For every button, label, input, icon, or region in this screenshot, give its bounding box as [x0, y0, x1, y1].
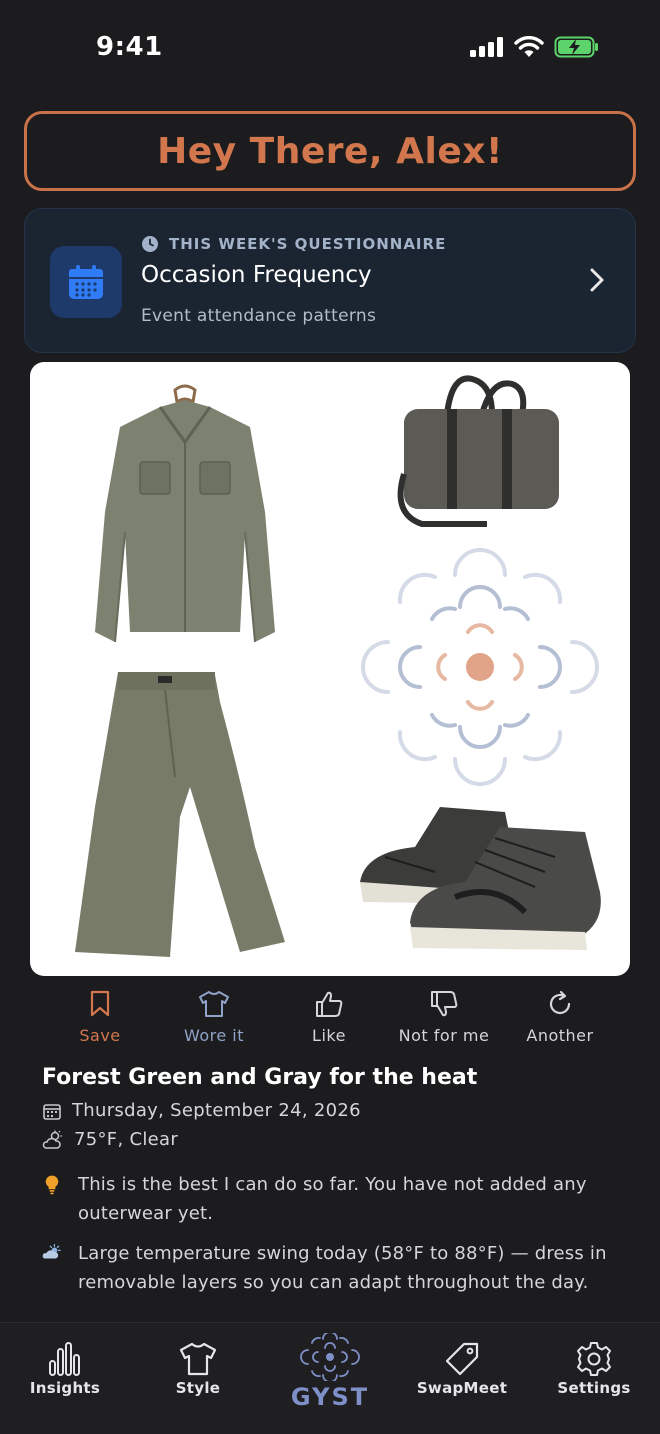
tip-outerwear: This is the best I can do so far. You ha… [42, 1170, 622, 1228]
nav-gyst[interactable]: GYST [275, 1333, 385, 1411]
wore-it-label: Wore it [183, 1026, 245, 1045]
outfit-title: Forest Green and Gray for the heat [42, 1065, 478, 1090]
tip-layers: Large temperature swing today (58°F to 8… [42, 1239, 622, 1297]
refresh-icon [549, 990, 571, 1015]
outfit-weather: 75°F, Clear [74, 1129, 179, 1150]
nav-swapmeet[interactable]: SwapMeet [407, 1341, 517, 1397]
greeting-text: Hey There, Alex! [157, 130, 503, 172]
bar-chart-icon [49, 1342, 80, 1376]
bottom-nav: Insights Style GYST SwapMeet Settings [0, 1322, 660, 1434]
questionnaire-subtitle: Event attendance patterns [141, 306, 377, 326]
wifi-icon [514, 36, 544, 57]
save-label: Save [79, 1026, 121, 1045]
cloud-sun-icon [42, 1130, 62, 1149]
gear-icon [577, 1342, 611, 1376]
clock-icon [142, 236, 158, 252]
shirt-image [95, 384, 275, 643]
another-button[interactable]: Another [500, 990, 620, 1045]
bookmark-icon [90, 990, 110, 1017]
cloud-sun-icon [42, 1243, 61, 1259]
not-for-me-label: Not for me [398, 1026, 490, 1045]
nav-style-label: Style [175, 1379, 221, 1397]
nav-settings-label: Settings [557, 1379, 631, 1397]
save-button[interactable]: Save [40, 990, 160, 1045]
sneakers-image [360, 807, 601, 950]
outfit-date: Thursday, September 24, 2026 [72, 1100, 361, 1121]
greeting-banner: Hey There, Alex! [24, 111, 636, 191]
pants-image [75, 672, 285, 957]
like-label: Like [312, 1026, 346, 1045]
nav-settings[interactable]: Settings [539, 1341, 649, 1397]
outfit-weather-row: 75°F, Clear [42, 1129, 178, 1150]
outfit-date-row: Thursday, September 24, 2026 [42, 1100, 361, 1121]
gyst-logo-icon [361, 548, 599, 786]
tshirt-icon [179, 1342, 217, 1376]
gyst-logo-icon [300, 1333, 360, 1381]
outfit-actions: Save Wore it Like Not for me Another [40, 990, 620, 1054]
like-button[interactable]: Like [269, 990, 389, 1045]
tshirt-icon [199, 991, 229, 1017]
calendar-icon [43, 1103, 61, 1120]
lightbulb-icon [45, 1175, 59, 1195]
laptop-bag-image [397, 375, 559, 527]
nav-style[interactable]: Style [143, 1341, 253, 1397]
nav-gyst-label: GYST [290, 1383, 370, 1411]
questionnaire-title: Occasion Frequency [141, 262, 372, 288]
nav-insights[interactable]: Insights [10, 1341, 120, 1397]
wore-it-button[interactable]: Wore it [154, 990, 274, 1045]
questionnaire-eyebrow: THIS WEEK'S QUESTIONNAIRE [169, 235, 447, 253]
tag-icon [445, 1342, 479, 1376]
tip-layers-text: Large temperature swing today (58°F to 8… [78, 1243, 607, 1293]
outfit-card[interactable] [30, 362, 630, 976]
battery-charging-icon [554, 36, 598, 58]
not-for-me-button[interactable]: Not for me [384, 990, 504, 1045]
another-label: Another [526, 1026, 594, 1045]
thumbs-down-icon [431, 991, 458, 1017]
tip-outerwear-text: This is the best I can do so far. You ha… [78, 1174, 587, 1224]
status-time: 9:41 [96, 32, 163, 62]
signal-icon [470, 37, 503, 57]
questionnaire-card[interactable]: THIS WEEK'S QUESTIONNAIRE Occasion Frequ… [24, 208, 636, 353]
nav-swapmeet-label: SwapMeet [416, 1379, 508, 1397]
chevron-right-icon [590, 268, 604, 292]
thumbs-up-icon [316, 991, 343, 1017]
status-bar: 9:41 [0, 0, 660, 96]
calendar-icon [50, 246, 122, 318]
nav-insights-label: Insights [29, 1379, 101, 1397]
